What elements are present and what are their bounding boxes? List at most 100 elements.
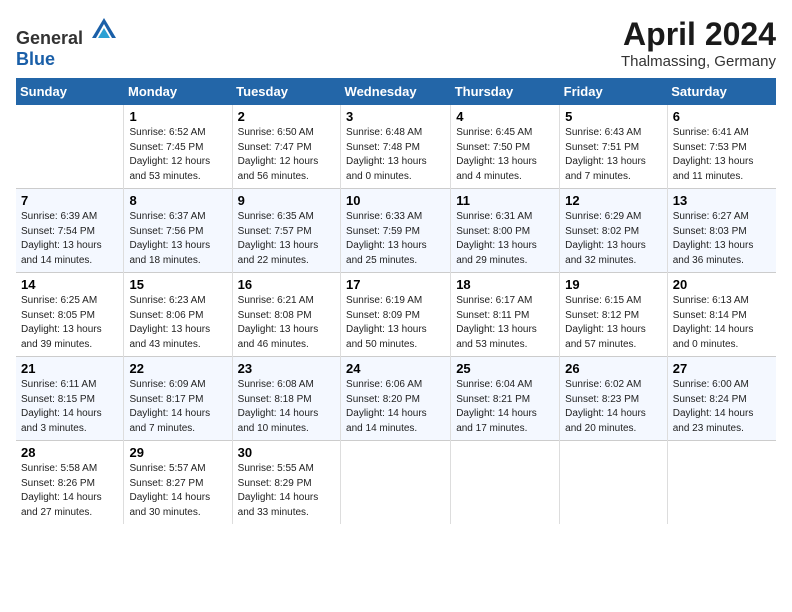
day-info: Sunrise: 6:52 AMSunset: 7:45 PMDaylight:…: [129, 126, 226, 184]
col-header-wednesday: Wednesday: [341, 78, 451, 105]
day-cell: 9 Sunrise: 6:35 AMSunset: 7:57 PMDaylight…: [232, 189, 340, 273]
day-number: 11: [456, 193, 554, 208]
day-cell: [16, 105, 124, 189]
day-number: 7: [21, 193, 118, 208]
calendar-table: SundayMondayTuesdayWednesdayThursdayFrid…: [16, 78, 776, 524]
day-info: Sunrise: 6:39 AMSunset: 7:54 PMDaylight:…: [21, 210, 118, 268]
day-info: Sunrise: 6:13 AMSunset: 8:14 PMDaylight:…: [673, 294, 771, 352]
day-number: 5: [565, 109, 662, 124]
day-cell: 17Sunrise: 6:19 AMSunset: 8:09 PMDayligh…: [341, 273, 451, 357]
day-cell: 8 Sunrise: 6:37 AMSunset: 7:56 PMDaylight…: [124, 189, 232, 273]
day-info: Sunrise: 5:55 AMSunset: 8:29 PMDaylight:…: [238, 462, 335, 520]
day-number: 6: [673, 109, 771, 124]
day-info: Sunrise: 6:00 AMSunset: 8:24 PMDaylight:…: [673, 378, 771, 436]
day-cell: 27 Sunrise: 6:00 AMSunset: 8:24 PMDayligh…: [667, 357, 776, 441]
day-number: 21: [21, 361, 118, 376]
day-cell: 11 Sunrise: 6:31 AMSunset: 8:00 PMDayligh…: [451, 189, 560, 273]
day-info: Sunrise: 6:08 AMSunset: 8:18 PMDaylight:…: [238, 378, 335, 436]
day-cell: 5Sunrise: 6:43 AMSunset: 7:51 PMDaylight…: [560, 105, 668, 189]
day-cell: 22 Sunrise: 6:09 AMSunset: 8:17 PMDayligh…: [124, 357, 232, 441]
day-number: 1: [129, 109, 226, 124]
week-row-3: 14 Sunrise: 6:25 AMSunset: 8:05 PMDayligh…: [16, 273, 776, 357]
day-cell: 1 Sunrise: 6:52 AMSunset: 7:45 PMDaylight…: [124, 105, 232, 189]
day-cell: 2 Sunrise: 6:50 AMSunset: 7:47 PMDaylight…: [232, 105, 340, 189]
day-cell: 6 Sunrise: 6:41 AMSunset: 7:53 PMDaylight…: [667, 105, 776, 189]
day-info: Sunrise: 6:29 AMSunset: 8:02 PMDaylight:…: [565, 210, 662, 268]
day-number: 9: [238, 193, 335, 208]
day-info: Sunrise: 6:31 AMSunset: 8:00 PMDaylight:…: [456, 210, 554, 268]
day-info: Sunrise: 6:45 AMSunset: 7:50 PMDaylight:…: [456, 126, 554, 184]
col-header-thursday: Thursday: [451, 78, 560, 105]
day-number: 10: [346, 193, 445, 208]
day-info: Sunrise: 6:02 AMSunset: 8:23 PMDaylight:…: [565, 378, 662, 436]
day-cell: 15 Sunrise: 6:23 AMSunset: 8:06 PMDayligh…: [124, 273, 232, 357]
day-info: Sunrise: 5:57 AMSunset: 8:27 PMDaylight:…: [129, 462, 226, 520]
day-number: 12: [565, 193, 662, 208]
day-info: Sunrise: 6:06 AMSunset: 8:20 PMDaylight:…: [346, 378, 445, 436]
day-number: 8: [129, 193, 226, 208]
day-number: 23: [238, 361, 335, 376]
day-cell: 23 Sunrise: 6:08 AMSunset: 8:18 PMDayligh…: [232, 357, 340, 441]
day-cell: 28 Sunrise: 5:58 AMSunset: 8:26 PMDayligh…: [16, 441, 124, 525]
day-cell: 19Sunrise: 6:15 AMSunset: 8:12 PMDayligh…: [560, 273, 668, 357]
day-cell: 7 Sunrise: 6:39 AMSunset: 7:54 PMDaylight…: [16, 189, 124, 273]
day-info: Sunrise: 6:11 AMSunset: 8:15 PMDaylight:…: [21, 378, 118, 436]
day-number: 25: [456, 361, 554, 376]
day-cell: 18Sunrise: 6:17 AMSunset: 8:11 PMDayligh…: [451, 273, 560, 357]
page-header: General Blue April 2024 Thalmassing, Ger…: [16, 16, 776, 70]
day-cell: 3Sunrise: 6:48 AMSunset: 7:48 PMDaylight…: [341, 105, 451, 189]
day-cell: 30 Sunrise: 5:55 AMSunset: 8:29 PMDayligh…: [232, 441, 340, 525]
day-info: Sunrise: 6:09 AMSunset: 8:17 PMDaylight:…: [129, 378, 226, 436]
day-number: 24: [346, 361, 445, 376]
logo-icon: [90, 16, 118, 44]
day-number: 14: [21, 277, 118, 292]
logo-blue: Blue: [16, 49, 55, 69]
day-number: 4: [456, 109, 554, 124]
col-header-tuesday: Tuesday: [232, 78, 340, 105]
col-header-monday: Monday: [124, 78, 232, 105]
day-cell: 4 Sunrise: 6:45 AMSunset: 7:50 PMDaylight…: [451, 105, 560, 189]
month-title: April 2024: [621, 16, 776, 53]
header-row: SundayMondayTuesdayWednesdayThursdayFrid…: [16, 78, 776, 105]
day-cell: 10Sunrise: 6:33 AMSunset: 7:59 PMDayligh…: [341, 189, 451, 273]
day-cell: 26Sunrise: 6:02 AMSunset: 8:23 PMDayligh…: [560, 357, 668, 441]
day-cell: [451, 441, 560, 525]
week-row-1: 1 Sunrise: 6:52 AMSunset: 7:45 PMDaylight…: [16, 105, 776, 189]
day-number: 30: [238, 445, 335, 460]
day-cell: [341, 441, 451, 525]
day-cell: 24 Sunrise: 6:06 AMSunset: 8:20 PMDayligh…: [341, 357, 451, 441]
week-row-2: 7 Sunrise: 6:39 AMSunset: 7:54 PMDaylight…: [16, 189, 776, 273]
day-number: 22: [129, 361, 226, 376]
day-info: Sunrise: 5:58 AMSunset: 8:26 PMDaylight:…: [21, 462, 118, 520]
day-cell: [667, 441, 776, 525]
col-header-saturday: Saturday: [667, 78, 776, 105]
day-info: Sunrise: 6:19 AMSunset: 8:09 PMDaylight:…: [346, 294, 445, 352]
day-number: 27: [673, 361, 771, 376]
day-cell: 25 Sunrise: 6:04 AMSunset: 8:21 PMDayligh…: [451, 357, 560, 441]
day-number: 16: [238, 277, 335, 292]
location-subtitle: Thalmassing, Germany: [621, 53, 776, 70]
day-info: Sunrise: 6:50 AMSunset: 7:47 PMDaylight:…: [238, 126, 335, 184]
day-cell: 12 Sunrise: 6:29 AMSunset: 8:02 PMDayligh…: [560, 189, 668, 273]
day-info: Sunrise: 6:27 AMSunset: 8:03 PMDaylight:…: [673, 210, 771, 268]
day-number: 28: [21, 445, 118, 460]
week-row-5: 28 Sunrise: 5:58 AMSunset: 8:26 PMDayligh…: [16, 441, 776, 525]
day-info: Sunrise: 6:35 AMSunset: 7:57 PMDaylight:…: [238, 210, 335, 268]
day-number: 15: [129, 277, 226, 292]
day-info: Sunrise: 6:37 AMSunset: 7:56 PMDaylight:…: [129, 210, 226, 268]
day-info: Sunrise: 6:23 AMSunset: 8:06 PMDaylight:…: [129, 294, 226, 352]
day-info: Sunrise: 6:25 AMSunset: 8:05 PMDaylight:…: [21, 294, 118, 352]
day-number: 18: [456, 277, 554, 292]
logo-text: General Blue: [16, 16, 118, 70]
day-cell: 16 Sunrise: 6:21 AMSunset: 8:08 PMDayligh…: [232, 273, 340, 357]
title-area: April 2024 Thalmassing, Germany: [621, 16, 776, 70]
day-info: Sunrise: 6:21 AMSunset: 8:08 PMDaylight:…: [238, 294, 335, 352]
day-number: 29: [129, 445, 226, 460]
day-number: 20: [673, 277, 771, 292]
day-info: Sunrise: 6:41 AMSunset: 7:53 PMDaylight:…: [673, 126, 771, 184]
day-number: 19: [565, 277, 662, 292]
day-info: Sunrise: 6:48 AMSunset: 7:48 PMDaylight:…: [346, 126, 445, 184]
day-info: Sunrise: 6:04 AMSunset: 8:21 PMDaylight:…: [456, 378, 554, 436]
day-cell: 29 Sunrise: 5:57 AMSunset: 8:27 PMDayligh…: [124, 441, 232, 525]
day-number: 2: [238, 109, 335, 124]
